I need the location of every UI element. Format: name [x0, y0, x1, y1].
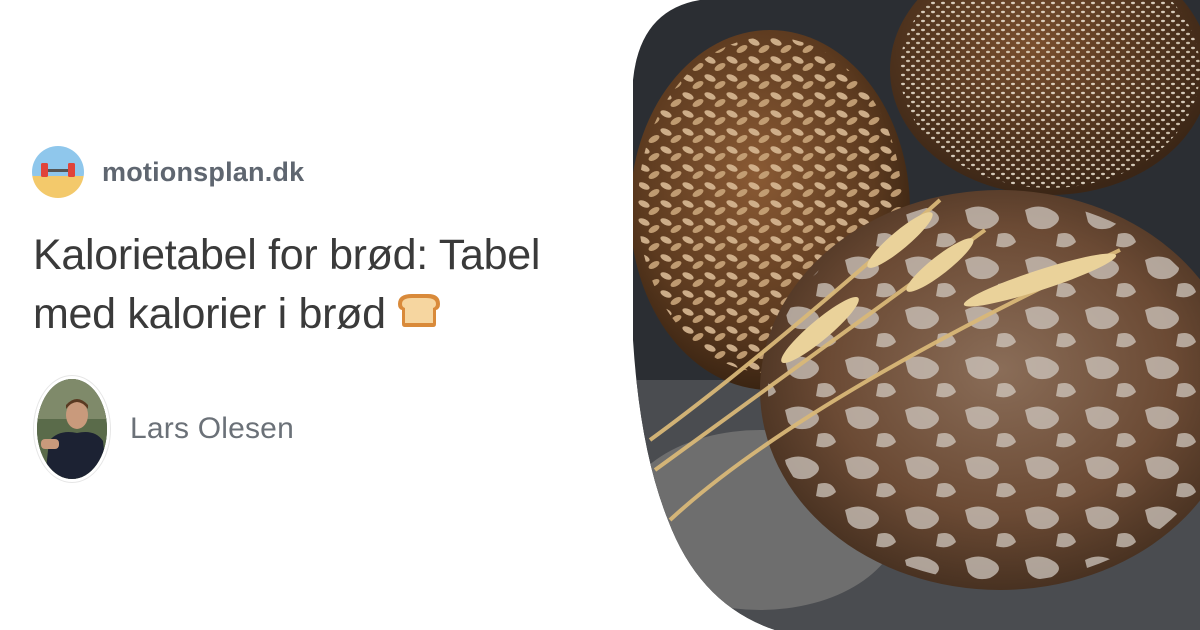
hero-photo: [633, 0, 1200, 630]
